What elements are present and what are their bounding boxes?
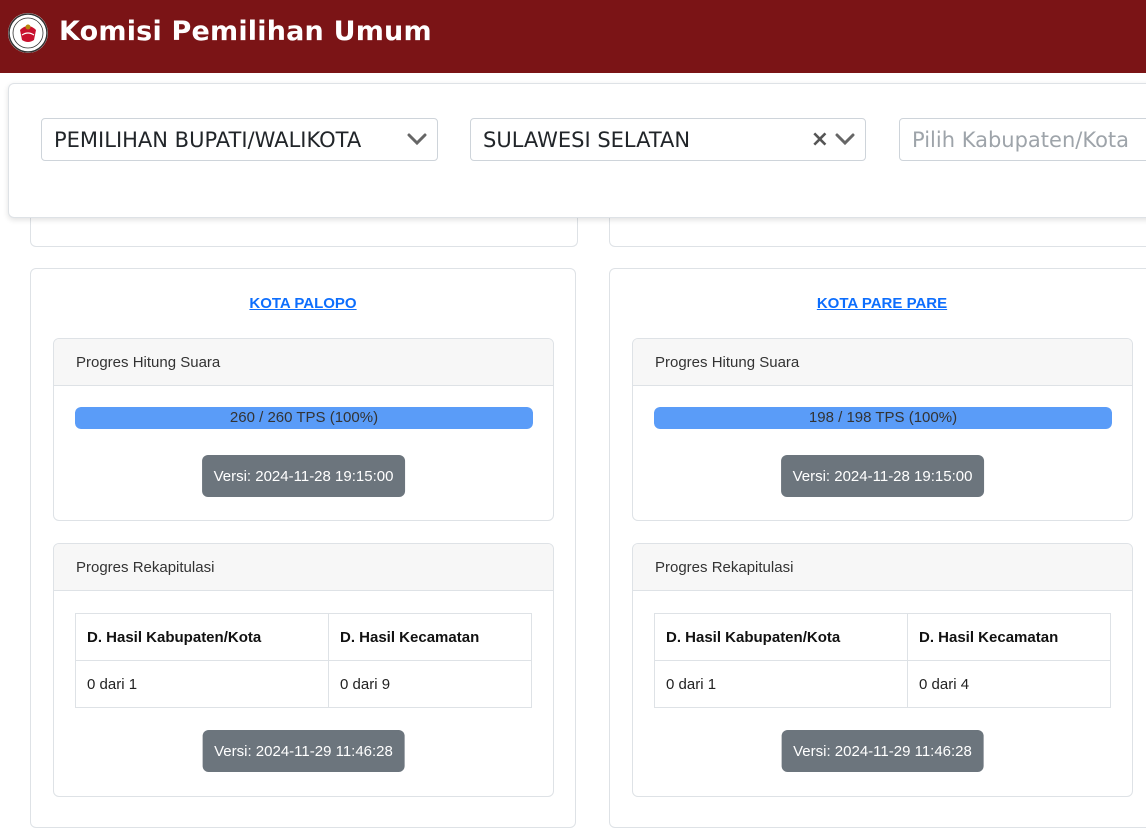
chevron-down-icon: [835, 133, 855, 146]
table-row: 0 dari 1 0 dari 4: [654, 660, 1111, 708]
version-badge: Versi: 2024-11-29 11:46:28: [202, 730, 405, 772]
table-cell: 0 dari 4: [907, 660, 1111, 708]
region-link[interactable]: KOTA PALOPO: [31, 295, 575, 312]
kpu-logo: [8, 13, 48, 53]
version-badge: Versi: 2024-11-29 11:46:28: [781, 730, 984, 772]
election-type-value: PEMILIHAN BUPATI/WALIKOTA: [54, 127, 362, 152]
table-cell: 0 dari 1: [75, 660, 329, 708]
vote-count-progress-card: Progres Hitung Suara 198 / 198 TPS (100%…: [632, 338, 1133, 521]
column-header: D. Hasil Kecamatan: [907, 613, 1111, 661]
table-row: 0 dari 1 0 dari 9: [75, 660, 532, 708]
recap-progress-card: Progres Rekapitulasi D. Hasil Kabupaten/…: [53, 543, 554, 797]
column-header: D. Hasil Kabupaten/Kota: [654, 613, 908, 661]
version-badge: Versi: 2024-11-28 19:15:00: [780, 455, 985, 497]
progress-label: 198 / 198 TPS (100%): [808, 409, 958, 426]
province-select[interactable]: SULAWESI SELATAN ×: [470, 118, 866, 161]
card-header: Progres Rekapitulasi: [54, 544, 553, 591]
province-value: SULAWESI SELATAN: [483, 127, 691, 152]
regency-placeholder: Pilih Kabupaten/Kota: [912, 127, 1130, 152]
vote-count-progress-card: Progres Hitung Suara 260 / 260 TPS (100%…: [53, 338, 554, 521]
table-cell: 0 dari 9: [328, 660, 532, 708]
column-header: D. Hasil Kecamatan: [328, 613, 532, 661]
election-type-select[interactable]: PEMILIHAN BUPATI/WALIKOTA: [41, 118, 438, 161]
top-header: Komisi Pemilihan Umum: [0, 0, 1146, 73]
chevron-down-icon: [407, 133, 427, 146]
column-header: D. Hasil Kabupaten/Kota: [75, 613, 329, 661]
progress-bar: 198 / 198 TPS (100%): [654, 407, 1112, 429]
regency-select[interactable]: Pilih Kabupaten/Kota: [899, 118, 1146, 161]
table-header-row: D. Hasil Kabupaten/Kota D. Hasil Kecamat…: [654, 613, 1111, 661]
card-header: Progres Rekapitulasi: [633, 544, 1132, 591]
progress-label: 260 / 260 TPS (100%): [229, 409, 379, 426]
recap-table: D. Hasil Kabupaten/Kota D. Hasil Kecamat…: [75, 613, 532, 708]
progress-bar: 260 / 260 TPS (100%): [75, 407, 533, 429]
app-title: Komisi Pemilihan Umum: [59, 16, 432, 47]
card-header: Progres Hitung Suara: [54, 339, 553, 386]
table-header-row: D. Hasil Kabupaten/Kota D. Hasil Kecamat…: [75, 613, 532, 661]
version-badge: Versi: 2024-11-28 19:15:00: [201, 455, 406, 497]
region-card: KOTA PARE PARE Progres Hitung Suara 198 …: [609, 268, 1146, 828]
filter-panel: PEMILIHAN BUPATI/WALIKOTA SULAWESI SELAT…: [8, 83, 1146, 218]
recap-table: D. Hasil Kabupaten/Kota D. Hasil Kecamat…: [654, 613, 1111, 708]
card-header: Progres Hitung Suara: [633, 339, 1132, 386]
region-card: KOTA PALOPO Progres Hitung Suara 260 / 2…: [30, 268, 576, 828]
region-link[interactable]: KOTA PARE PARE: [610, 295, 1146, 312]
recap-progress-card: Progres Rekapitulasi D. Hasil Kabupaten/…: [632, 543, 1133, 797]
table-cell: 0 dari 1: [654, 660, 908, 708]
clear-icon[interactable]: ×: [811, 129, 829, 151]
